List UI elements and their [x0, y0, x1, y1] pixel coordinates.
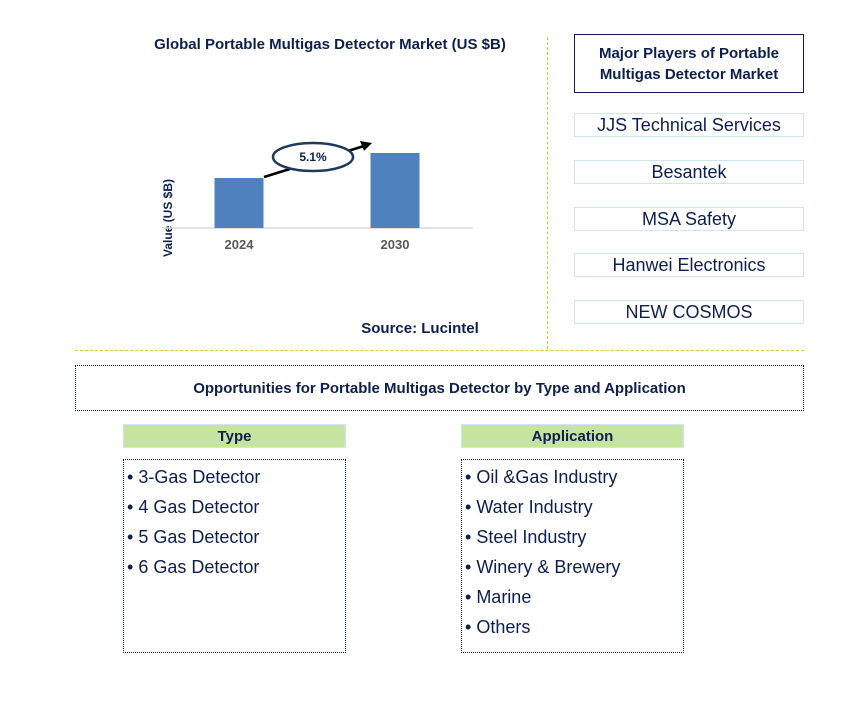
- players-heading-line1: Major Players of Portable: [598, 44, 780, 62]
- type-item: 6 Gas Detector: [127, 552, 345, 582]
- horizontal-divider: [75, 350, 804, 351]
- application-item: Winery & Brewery: [465, 552, 683, 582]
- y-axis-label: Value (US $B): [161, 179, 175, 257]
- type-header: Type: [123, 424, 346, 448]
- application-item: Oil &Gas Industry: [465, 462, 683, 492]
- application-item: Others: [465, 612, 683, 642]
- type-list-box: 3-Gas Detector 4 Gas Detector 5 Gas Dete…: [123, 459, 346, 653]
- bar-chart: Value (US $B) 2024 2030 5.1%: [161, 141, 473, 257]
- player-item: Besantek: [574, 160, 804, 184]
- player-item: NEW COSMOS: [574, 300, 804, 324]
- type-item: 4 Gas Detector: [127, 492, 345, 522]
- growth-annotation: 5.1%: [263, 141, 372, 179]
- application-item: Water Industry: [465, 492, 683, 522]
- application-item: Marine: [465, 582, 683, 612]
- type-item: 5 Gas Detector: [127, 522, 345, 552]
- application-item: Steel Industry: [465, 522, 683, 552]
- players-heading-line2: Multigas Detector Market: [599, 65, 779, 83]
- player-item: JJS Technical Services: [574, 113, 804, 137]
- player-item: MSA Safety: [574, 207, 804, 231]
- cagr-label: 5.1%: [299, 150, 327, 164]
- x-tick-label: 2024: [225, 237, 255, 252]
- bar-2030: [370, 153, 420, 228]
- type-item: 3-Gas Detector: [127, 462, 345, 492]
- chart-title: Global Portable Multigas Detector Market…: [154, 36, 506, 53]
- player-item: Hanwei Electronics: [574, 253, 804, 277]
- source-label: Source: Lucintel: [361, 320, 479, 337]
- players-heading: Major Players of Portable Multigas Detec…: [574, 34, 804, 93]
- bar-2024: [214, 178, 264, 228]
- type-list: 3-Gas Detector 4 Gas Detector 5 Gas Dete…: [124, 460, 345, 582]
- application-list-box: Oil &Gas Industry Water Industry Steel I…: [461, 459, 684, 653]
- x-tick-label: 2030: [381, 237, 410, 252]
- vertical-divider: [547, 37, 548, 349]
- opportunities-heading: Opportunities for Portable Multigas Dete…: [75, 365, 804, 411]
- application-header: Application: [461, 424, 684, 448]
- application-list: Oil &Gas Industry Water Industry Steel I…: [462, 460, 683, 642]
